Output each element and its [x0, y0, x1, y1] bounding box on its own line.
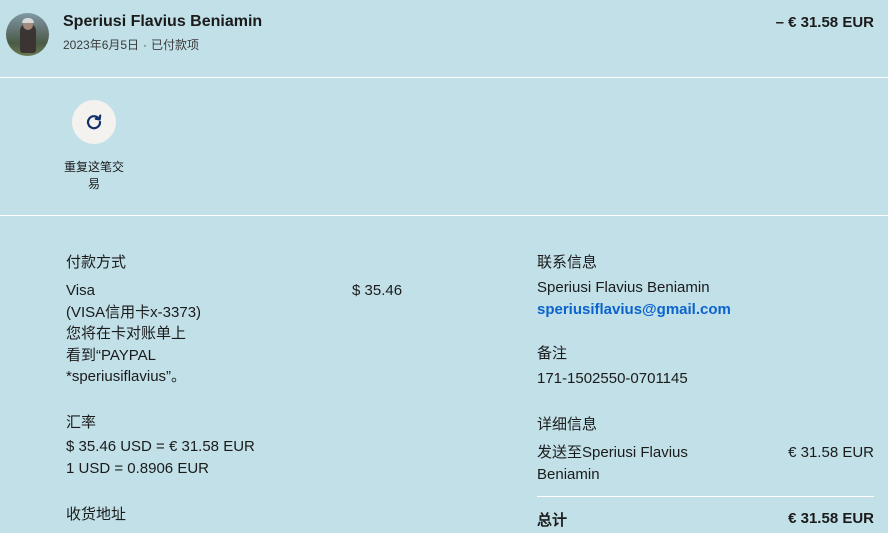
repeat-transaction-button[interactable]: 重复这笔交易 [60, 100, 128, 193]
payment-method-details: Visa (VISA信用卡x-3373) 您将在卡对账单上 看到“PAYPAL … [66, 280, 236, 388]
exchange-conversion: $ 35.46 USD = € 31.58 EUR [66, 438, 255, 455]
repeat-transaction-label[interactable]: 重复这笔交易 [60, 159, 128, 193]
contact-email-link[interactable]: speriusiflavius@gmail.com [537, 299, 731, 321]
shipping-address-title: 收货地址 [66, 506, 127, 523]
repeat-button-circle[interactable] [72, 100, 116, 144]
sent-amount: € 31.58 EUR [788, 444, 874, 461]
contact-name: Speriusi Flavius Beniamin [537, 279, 710, 296]
transaction-date: 2023年6月5日 [63, 38, 140, 52]
payment-amount: $ 35.46 [352, 282, 403, 299]
statement-line-1: 您将在卡对账单上 [66, 325, 187, 342]
exchange-rate-title: 汇率 [66, 414, 97, 431]
avatar [6, 13, 49, 56]
separator-dot: · [143, 38, 148, 52]
exchange-rate-details: $ 35.46 USD = € 31.58 EUR 1 USD = 0.8906… [66, 436, 255, 479]
transaction-amount: – € 31.58 EUR [775, 14, 874, 31]
total-amount: € 31.58 EUR [788, 510, 874, 527]
transaction-header: Speriusi Flavius Beniamin 2023年6月5日 · 已付款项… [0, 0, 888, 78]
transaction-subline: 2023年6月5日 · 已付款项 [63, 36, 199, 53]
details-divider [537, 496, 874, 497]
card-brand: Visa [66, 282, 95, 299]
note-title: 备注 [537, 345, 568, 362]
total-label: 总计 [537, 512, 568, 529]
note-value: 171-1502550-0701145 [537, 370, 688, 387]
statement-line-3: *speriusiflavius”。 [66, 368, 187, 385]
contact-info-details: Speriusi Flavius Beniamin speriusiflaviu… [537, 277, 731, 320]
details-title: 详细信息 [537, 416, 598, 433]
transaction-status: 已付款项 [151, 38, 200, 52]
merchant-name: Speriusi Flavius Beniamin [63, 13, 263, 30]
statement-line-2: 看到“PAYPAL [66, 346, 157, 364]
avatar-cap-shape [22, 18, 34, 23]
actions-section: 重复这笔交易 [0, 78, 888, 216]
payment-method-title: 付款方式 [66, 254, 127, 271]
sent-to-details: 发送至Speriusi Flavius Beniamin [537, 442, 737, 485]
sent-to-line-2: Beniamin [537, 465, 600, 483]
refresh-icon [86, 114, 102, 130]
card-description: (VISA信用卡x-3373) [66, 303, 202, 321]
exchange-rate-value: 1 USD = 0.8906 EUR [66, 459, 209, 477]
contact-info-title: 联系信息 [537, 254, 598, 271]
sent-to-line-1: 发送至Speriusi Flavius [537, 444, 688, 461]
